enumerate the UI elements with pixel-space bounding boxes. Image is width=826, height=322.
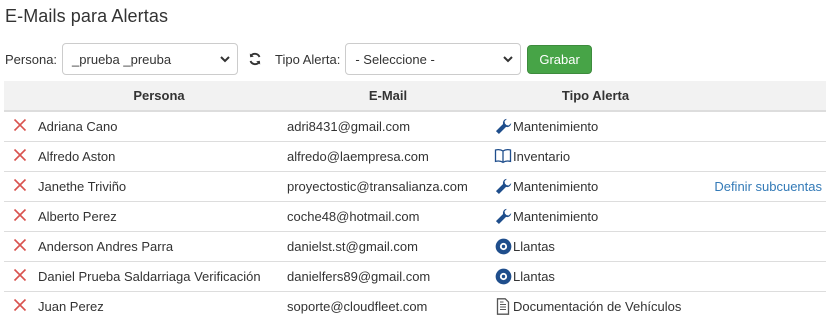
actions-cell	[699, 230, 826, 261]
email-cell: soporte@cloudfleet.com	[284, 290, 492, 321]
tipo-alerta-text: Llantas	[513, 238, 555, 254]
email-cell: adri8431@gmail.com	[284, 110, 492, 141]
header-tipo-alerta: Tipo Alerta	[492, 81, 699, 112]
email-cell: danielst.st@gmail.com	[284, 230, 492, 261]
tipo-alerta-text: Mantenimiento	[513, 208, 599, 224]
table-header-row: Persona E-Mail Tipo Alerta	[4, 81, 826, 112]
persona-cell: Juan Perez	[34, 290, 284, 321]
tipo-alerta-cell: Inventario	[492, 140, 699, 171]
definir-subcuentas-link[interactable]: Definir subcuentas	[714, 179, 822, 194]
delete-cell	[4, 110, 34, 141]
header-email: E-Mail	[284, 81, 492, 112]
tipo-alerta-select[interactable]: - Seleccione -	[345, 43, 522, 75]
persona-cell: Alberto Perez	[34, 200, 284, 231]
table-row: Janethe Triviño proyectostic@transalianza…	[4, 170, 826, 201]
email-cell: proyectostic@transalianza.com	[284, 170, 492, 201]
delete-x-icon[interactable]	[13, 268, 27, 282]
delete-x-icon[interactable]	[13, 208, 27, 222]
chevron-down-icon	[220, 56, 230, 63]
tipo-alerta-cell: Mantenimiento	[492, 200, 699, 231]
actions-cell	[699, 110, 826, 141]
actions-cell	[699, 140, 826, 171]
delete-cell	[4, 230, 34, 261]
email-cell: danielfers89@gmail.com	[284, 260, 492, 291]
table-row: Alfredo Aston alfredo@laempresa.com Invent…	[4, 140, 826, 171]
table-row: Alberto Perez coche48@hotmail.com Mantenim…	[4, 200, 826, 231]
tipo-alerta-select-value: - Seleccione -	[355, 51, 435, 67]
table-row: Anderson Andres Parra danielst.st@gmail.c…	[4, 230, 826, 261]
delete-cell	[4, 140, 34, 171]
tipo-alerta-cell: Documentación de Vehículos	[492, 290, 699, 321]
tipo-alerta-text: Inventario	[513, 148, 571, 164]
actions-cell	[699, 290, 826, 321]
header-spacer	[4, 81, 34, 112]
delete-cell	[4, 260, 34, 291]
delete-cell	[4, 200, 34, 231]
delete-x-icon[interactable]	[13, 148, 27, 162]
delete-x-icon[interactable]	[13, 118, 27, 132]
actions-cell	[699, 260, 826, 291]
email-cell: coche48@hotmail.com	[284, 200, 492, 231]
tipo-alerta-cell: Mantenimiento	[492, 170, 699, 201]
wrench-icon	[494, 177, 512, 195]
persona-cell: Daniel Prueba Saldarriaga Verificación	[34, 260, 284, 291]
persona-cell: Janethe Triviño	[34, 170, 284, 201]
delete-cell	[4, 290, 34, 321]
page-title: E-Mails para Alertas	[5, 6, 169, 26]
table-row: Juan Perez soporte@cloudfleet.com Document…	[4, 290, 826, 321]
persona-select-value: _prueba _preuba	[72, 51, 172, 67]
persona-label: Persona:	[5, 51, 58, 67]
persona-cell: Anderson Andres Parra	[34, 230, 284, 261]
delete-x-icon[interactable]	[13, 298, 27, 312]
wrench-icon	[494, 117, 512, 135]
tire-icon	[494, 267, 512, 285]
tire-icon	[494, 237, 512, 255]
table-row: Daniel Prueba Saldarriaga Verificación da…	[4, 260, 826, 291]
tipo-alerta-cell: Llantas	[492, 260, 699, 291]
delete-x-icon[interactable]	[13, 178, 27, 192]
wrench-icon	[494, 207, 512, 225]
tipo-alerta-text: Mantenimiento	[513, 118, 599, 134]
tipo-alerta-text: Llantas	[513, 268, 555, 284]
delete-x-icon[interactable]	[13, 238, 27, 252]
tipo-alerta-text: Mantenimiento	[513, 178, 599, 194]
tipo-alerta-cell: Mantenimiento	[492, 110, 699, 141]
document-icon	[494, 297, 512, 315]
persona-select[interactable]: _prueba _preuba	[62, 43, 239, 75]
delete-cell	[4, 170, 34, 201]
actions-cell	[699, 200, 826, 231]
toolbar: Persona: _prueba _preuba Tipo Alerta: - …	[5, 43, 592, 75]
tipo-alerta-label: Tipo Alerta:	[275, 51, 341, 67]
chevron-down-icon	[503, 56, 514, 63]
table-row: Adriana Cano adri8431@gmail.com Mantenimie…	[4, 110, 826, 141]
email-cell: alfredo@laempresa.com	[284, 140, 492, 171]
refresh-icon[interactable]	[243, 47, 267, 71]
book-icon	[494, 147, 512, 165]
header-persona: Persona	[34, 81, 284, 112]
save-button[interactable]: Grabar	[527, 44, 592, 74]
actions-cell: Definir subcuentas	[699, 170, 826, 201]
tipo-alerta-cell: Llantas	[492, 230, 699, 261]
header-actions	[699, 81, 826, 112]
persona-cell: Adriana Cano	[34, 110, 284, 141]
tipo-alerta-text: Documentación de Vehículos	[513, 298, 682, 314]
persona-cell: Alfredo Aston	[34, 140, 284, 171]
alerts-table: Persona E-Mail Tipo Alerta Adriana Cano a…	[4, 81, 826, 321]
